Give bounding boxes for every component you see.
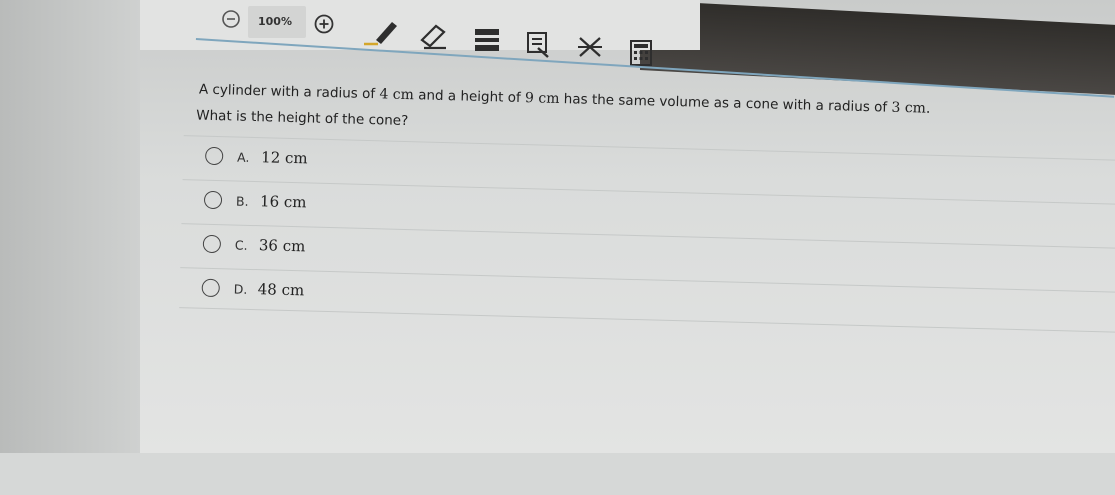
option-letter: B. <box>235 193 249 209</box>
radio-button[interactable] <box>203 190 223 210</box>
cone-radius: 3 cm. <box>891 99 931 117</box>
photo-background: 100% A cylinder with a radius of 4 cm an… <box>0 0 1115 453</box>
pencil-icon[interactable] <box>362 16 402 48</box>
question-part: and a height of <box>413 87 526 107</box>
zoom-in-icon[interactable] <box>312 12 336 36</box>
screen-bezel <box>0 0 140 453</box>
radio-button[interactable] <box>202 234 222 254</box>
answer-eliminator-icon[interactable] <box>576 34 606 62</box>
line-reader-icon[interactable] <box>472 26 502 54</box>
cylinder-radius: 4 cm <box>379 86 415 104</box>
option-letter: D. <box>233 281 248 297</box>
radio-button[interactable] <box>201 278 220 298</box>
answer-masking-icon[interactable] <box>524 30 554 60</box>
option-value: 12 cm <box>260 148 308 168</box>
question-part: has the same volume as a cone with a rad… <box>559 91 892 116</box>
question-prompt: What is the height of the cone? <box>196 107 409 130</box>
question-panel: A cylinder with a radius of 4 cm and a h… <box>129 48 1115 494</box>
eraser-icon[interactable] <box>416 20 452 52</box>
cylinder-height: 9 cm <box>524 90 560 107</box>
option-letter: A. <box>236 149 250 165</box>
option-value: 48 cm <box>257 280 305 300</box>
question-part: A cylinder with a radius of <box>198 81 380 103</box>
option-value: 16 cm <box>259 192 307 212</box>
zoom-out-icon[interactable] <box>220 8 242 30</box>
zoom-level: 100% <box>258 15 292 28</box>
option-letter: C. <box>234 237 248 253</box>
radio-button[interactable] <box>204 146 224 166</box>
option-value: 36 cm <box>258 236 306 256</box>
